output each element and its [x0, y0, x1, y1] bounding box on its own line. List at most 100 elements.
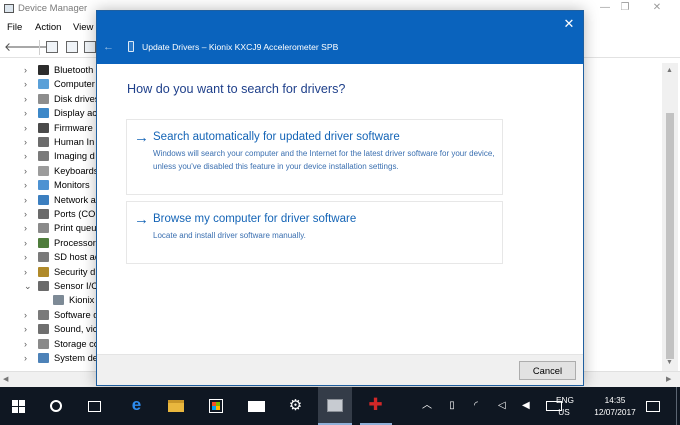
device-manager-icon[interactable]: [327, 399, 343, 412]
tree-item[interactable]: › Firmware: [0, 121, 100, 135]
expand-chevron-icon[interactable]: ›: [24, 122, 34, 134]
show-desktop-button[interactable]: [676, 387, 677, 425]
expand-chevron-icon[interactable]: ›: [24, 165, 34, 177]
scroll-right-icon[interactable]: ▶: [666, 375, 671, 383]
expand-chevron-icon[interactable]: ›: [24, 194, 34, 206]
browse-computer-option[interactable]: → Browse my computer for driver software…: [126, 201, 503, 264]
expand-chevron-icon[interactable]: ›: [24, 323, 34, 335]
help-icon[interactable]: [84, 41, 96, 53]
properties-icon[interactable]: [46, 41, 58, 53]
close-button[interactable]: ✕: [646, 1, 668, 15]
cancel-button[interactable]: Cancel: [519, 361, 576, 380]
clock[interactable]: 14:35 12/07/2017: [592, 394, 638, 418]
expand-chevron-icon[interactable]: ›: [24, 150, 34, 162]
back-arrow-icon[interactable]: ←: [103, 41, 117, 53]
tree-item[interactable]: ⌄ Sensor I/C: [0, 279, 100, 293]
windows-start-icon[interactable]: [12, 399, 27, 414]
tree-item-label: Imaging d: [54, 151, 95, 162]
tree-item-label: Human In: [54, 137, 95, 147]
tree-item-label: Bluetooth: [54, 65, 94, 75]
tree-item-label: Sound, vic: [54, 324, 98, 335]
tree-item-label: Disk drives: [54, 93, 100, 104]
expand-chevron-icon[interactable]: ›: [24, 136, 34, 148]
tree-item[interactable]: › Ports (CON: [0, 207, 103, 221]
expand-chevron-icon[interactable]: ›: [24, 78, 34, 90]
tree-item[interactable]: › Keyboards: [0, 164, 100, 178]
tree-item[interactable]: › Disk drives: [0, 92, 100, 106]
expand-chevron-icon[interactable]: ›: [24, 107, 34, 119]
expand-chevron-icon[interactable]: ›: [24, 266, 34, 278]
language-indicator[interactable]: ENG US: [556, 394, 574, 418]
tree-item-label: Ports (CON: [54, 209, 103, 219]
device-category-icon: [38, 209, 49, 219]
expand-chevron-icon[interactable]: ›: [24, 179, 34, 191]
device-icon[interactable]: ▯: [446, 399, 458, 413]
view-icon[interactable]: [66, 41, 78, 53]
search-automatically-option[interactable]: → Search automatically for updated drive…: [126, 119, 503, 195]
update-drivers-dialog: ✕ ← Update Drivers – Kionix KXCJ9 Accele…: [96, 10, 584, 386]
minimize-button[interactable]: —: [594, 1, 616, 15]
dialog-close-button[interactable]: ✕: [559, 15, 579, 33]
scroll-down-icon[interactable]: ▼: [666, 359, 673, 366]
tree-item[interactable]: › Software d: [0, 308, 100, 322]
menu-file[interactable]: File: [7, 22, 22, 33]
device-category-icon: [38, 338, 49, 349]
tablet-icon[interactable]: ◁: [498, 399, 506, 413]
menu-action[interactable]: Action: [35, 22, 61, 33]
cortana-icon[interactable]: [50, 400, 62, 412]
device-category-icon: [38, 137, 49, 147]
device-category-icon: [38, 93, 49, 104]
task-view-icon[interactable]: [88, 401, 101, 412]
device-category-icon: [38, 281, 49, 291]
expand-chevron-icon[interactable]: ›: [24, 352, 34, 364]
scroll-left-icon[interactable]: ◀: [3, 375, 8, 383]
tree-item[interactable]: › Security d: [0, 265, 100, 279]
tree-item[interactable]: › Monitors: [0, 178, 100, 192]
tree-item[interactable]: › Sound, vic: [0, 322, 100, 336]
scroll-thumb[interactable]: [666, 113, 674, 359]
volume-icon[interactable]: ◀: [522, 399, 530, 413]
red-app-icon[interactable]: ✚: [368, 396, 383, 413]
device-category-icon: [38, 223, 49, 234]
store-icon[interactable]: [209, 399, 223, 413]
file-explorer-icon[interactable]: [168, 400, 184, 412]
option-title: Search automatically for updated driver …: [153, 131, 400, 143]
expand-chevron-icon[interactable]: ⌄: [24, 280, 34, 292]
expand-chevron-icon[interactable]: ›: [24, 251, 34, 263]
menu-view[interactable]: View: [73, 22, 93, 33]
expand-chevron-icon[interactable]: ›: [24, 237, 34, 249]
device-category-icon: [38, 151, 49, 162]
wifi-icon[interactable]: ◜: [474, 399, 478, 413]
tree-item[interactable]: › Display ac: [0, 106, 100, 120]
maximize-button[interactable]: ❐: [614, 1, 636, 15]
expand-chevron-icon[interactable]: ›: [24, 338, 34, 350]
edge-icon[interactable]: e: [129, 396, 144, 413]
tree-item-label: Sensor I/C: [54, 281, 98, 291]
tree-item[interactable]: › Print queu: [0, 221, 100, 235]
expand-chevron-icon[interactable]: ›: [24, 222, 34, 234]
tree-item[interactable]: › Processors: [0, 236, 101, 250]
tree-item[interactable]: › SD host ad: [0, 250, 100, 264]
expand-chevron-icon[interactable]: ›: [24, 64, 34, 76]
expand-chevron-icon[interactable]: ›: [24, 93, 34, 105]
scroll-up-icon[interactable]: ▲: [666, 67, 673, 74]
expand-chevron-icon[interactable]: ›: [24, 309, 34, 321]
tree-item[interactable]: › Network a: [0, 193, 100, 207]
device-category-icon: [38, 165, 49, 176]
vertical-scrollbar[interactable]: ▲ ▼: [662, 63, 678, 371]
show-hidden-icons-icon[interactable]: ︿: [422, 399, 432, 413]
notification-icon[interactable]: [646, 401, 660, 412]
tree-item-label: Processors: [54, 237, 101, 248]
tree-item[interactable]: Kionix: [0, 293, 100, 307]
tree-item[interactable]: › Bluetooth: [0, 63, 100, 77]
tree-item-label: Monitors: [54, 180, 90, 191]
tree-item-label: Display ac: [54, 108, 97, 119]
tree-item[interactable]: › Human In: [0, 135, 100, 149]
tree-item[interactable]: › Imaging d: [0, 149, 100, 163]
settings-icon[interactable]: ⚙: [288, 398, 303, 413]
tree-item[interactable]: › Storage co: [0, 337, 100, 351]
tree-item[interactable]: › System de: [0, 351, 100, 365]
tree-item[interactable]: › Computer: [0, 77, 100, 91]
mail-icon[interactable]: [248, 401, 265, 412]
expand-chevron-icon[interactable]: ›: [24, 208, 34, 220]
